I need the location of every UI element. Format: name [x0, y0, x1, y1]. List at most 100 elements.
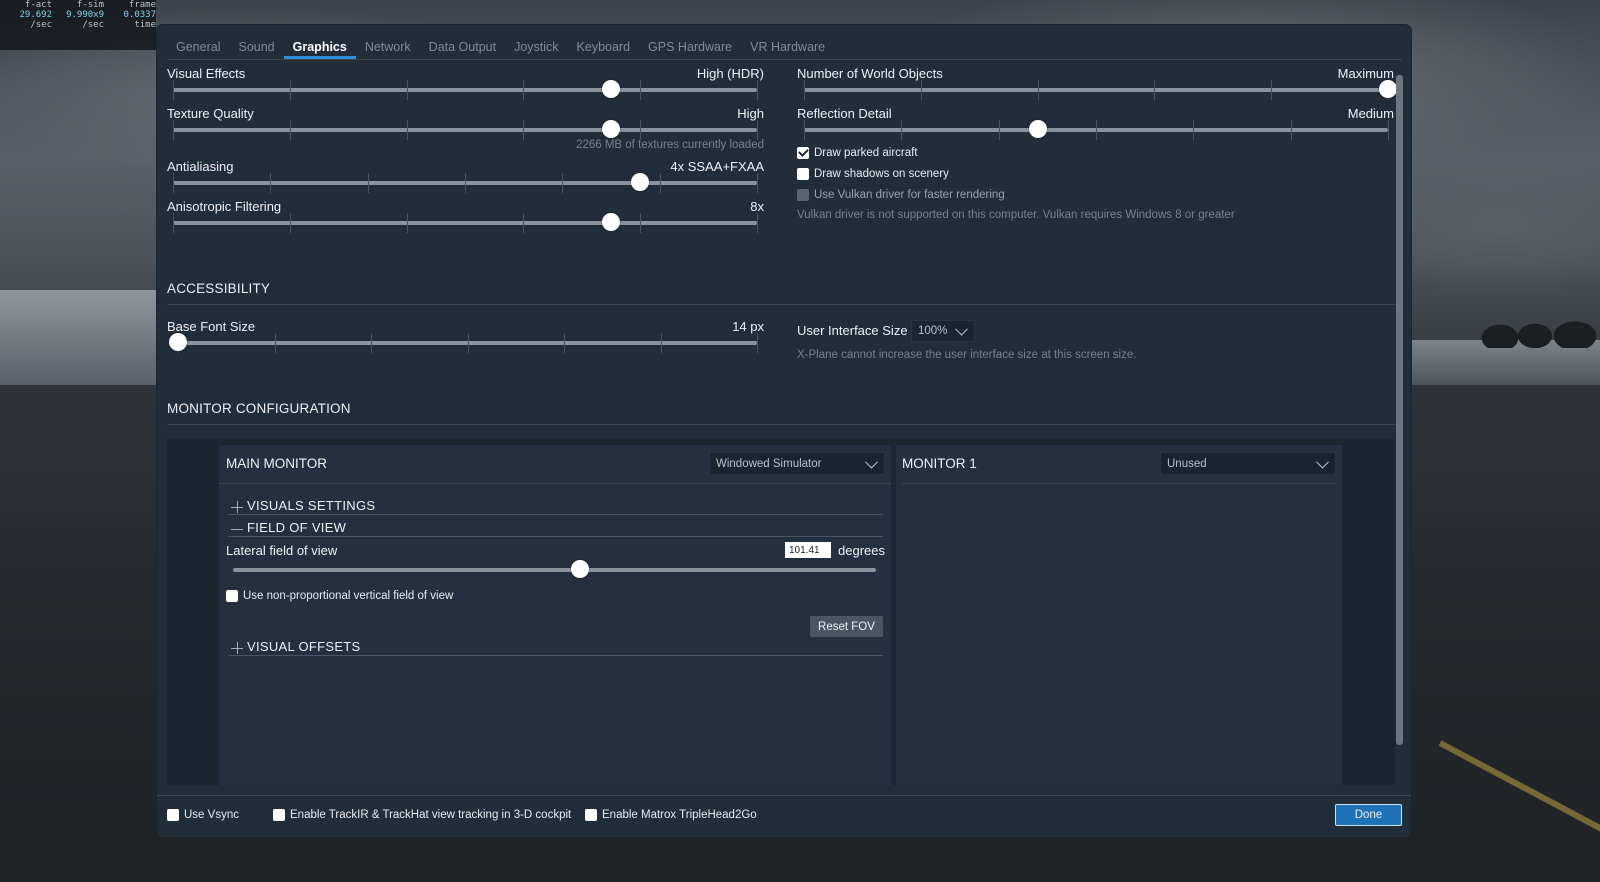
main-monitor-mode-dropdown[interactable]: Windowed Simulator [709, 452, 885, 475]
checkbox-icon [273, 809, 285, 821]
monitor-config-title: MONITOR CONFIGURATION [167, 401, 351, 416]
slider-thumb[interactable] [1028, 120, 1047, 138]
non-proportional-fov-label: Use non-proportional vertical field of v… [243, 590, 454, 602]
fps-header: f-act [24, 0, 52, 10]
plus-icon [231, 501, 243, 513]
base-font-size-slider[interactable] [169, 333, 758, 353]
visuals-settings-toggle[interactable]: VISUALS SETTINGS [228, 498, 883, 514]
lateral-fov-input[interactable] [785, 542, 831, 558]
slider-tick [406, 213, 408, 233]
reflection-detail-label: Reflection Detail [797, 106, 892, 121]
trackir-checkbox[interactable]: Enable TrackIR & TrackHat view tracking … [273, 809, 571, 821]
slider-tick [523, 80, 525, 100]
antialiasing-value: 4x SSAA+FXAA [670, 159, 764, 174]
vulkan-note: Vulkan driver is not supported on this c… [797, 209, 1235, 221]
ui-size-value: 100% [918, 325, 948, 337]
draw-shadows-checkbox[interactable]: Draw shadows on scenery [797, 168, 949, 180]
monitor-1-title: MONITOR 1 [902, 456, 977, 471]
fps-unit: time [134, 20, 156, 30]
scrollbar-thumb[interactable] [1396, 75, 1403, 745]
checkbox-icon [797, 189, 809, 201]
reset-fov-button[interactable]: Reset FOV [810, 616, 883, 637]
visuals-settings-divider [228, 514, 883, 515]
main-monitor-title: MAIN MONITOR [226, 456, 327, 471]
slider-tick [1290, 120, 1292, 140]
ui-size-dropdown[interactable]: 100% [911, 320, 975, 342]
slider-thumb[interactable] [1379, 80, 1397, 98]
slider-tick [757, 173, 758, 193]
visual-offsets-title: VISUAL OFFSETS [247, 639, 361, 654]
main-monitor-mode-value: Windowed Simulator [716, 457, 822, 470]
slider-tick [1154, 80, 1156, 100]
tab-vr-hardware[interactable]: VR Hardware [741, 37, 834, 59]
field-of-view-toggle[interactable]: FIELD OF VIEW [228, 520, 883, 536]
monitor-config-divider [167, 424, 1395, 425]
monitor-1-panel: MONITOR 1 Unused [896, 445, 1342, 785]
chevron-down-icon [955, 322, 968, 336]
base-font-size-label: Base Font Size [167, 319, 256, 334]
slider-tick [640, 213, 642, 233]
field-of-view-title: FIELD OF VIEW [247, 520, 347, 535]
monitor-1-mode-dropdown[interactable]: Unused [1160, 452, 1336, 475]
slider-tick [289, 213, 291, 233]
visual-offsets-toggle[interactable]: VISUAL OFFSETS [228, 639, 883, 655]
ui-size-label: User Interface Size [797, 323, 908, 338]
tab-network[interactable]: Network [356, 37, 420, 59]
slider-tick [173, 173, 174, 193]
world-objects-value: Maximum [1337, 66, 1394, 81]
slider-tick [757, 80, 758, 100]
done-button[interactable]: Done [1335, 804, 1402, 826]
world-objects-label: Number of World Objects [797, 66, 943, 81]
settings-window: General Sound Graphics Network Data Outp… [157, 25, 1411, 837]
checkmark-icon [797, 146, 809, 159]
accessibility-title: ACCESSIBILITY [167, 281, 271, 296]
slider-track [804, 88, 1388, 92]
slider-tick [920, 80, 922, 100]
reflection-detail-slider[interactable] [804, 120, 1389, 140]
slider-tick [660, 333, 662, 353]
terminal-building [0, 290, 160, 385]
tab-keyboard[interactable]: Keyboard [568, 37, 640, 59]
slider-tick [367, 173, 369, 193]
slider-track [173, 128, 757, 132]
checkbox-icon [226, 590, 238, 602]
matrox-checkbox[interactable]: Enable Matrox TripleHead2Go [585, 809, 757, 821]
tab-gps-hardware[interactable]: GPS Hardware [639, 37, 741, 59]
draw-parked-aircraft-label: Draw parked aircraft [814, 147, 918, 159]
base-font-size-value: 14 px [732, 319, 764, 334]
texture-quality-slider[interactable] [173, 120, 758, 140]
lateral-fov-slider[interactable] [233, 560, 876, 578]
use-vulkan-checkbox[interactable]: Use Vulkan driver for faster rendering [797, 189, 1005, 201]
slider-tick [1037, 80, 1039, 100]
monitor-1-mode-value: Unused [1167, 457, 1207, 470]
slider-thumb[interactable] [631, 173, 650, 191]
trackir-label: Enable TrackIR & TrackHat view tracking … [290, 809, 572, 821]
antialiasing-slider[interactable] [173, 173, 758, 193]
tab-general[interactable]: General [167, 37, 229, 59]
tab-graphics[interactable]: Graphics [283, 37, 356, 59]
slider-tick [406, 80, 408, 100]
visual-effects-slider[interactable] [173, 80, 758, 100]
texture-quality-label: Texture Quality [167, 106, 254, 121]
slider-tick [640, 80, 642, 100]
antialiasing-label: Antialiasing [167, 159, 234, 174]
settings-scrollbar[interactable] [1396, 75, 1403, 745]
slider-tick [173, 80, 174, 100]
slider-tick [640, 120, 642, 140]
tab-sound[interactable]: Sound [229, 37, 283, 59]
use-vsync-checkbox[interactable]: Use Vsync [167, 809, 239, 821]
slider-thumb[interactable] [602, 80, 620, 98]
world-objects-slider[interactable] [804, 80, 1397, 100]
tab-joystick[interactable]: Joystick [505, 37, 567, 59]
slider-thumb[interactable] [602, 213, 620, 231]
slider-track [233, 568, 876, 572]
non-proportional-fov-checkbox[interactable]: Use non-proportional vertical field of v… [226, 590, 453, 602]
footer-divider [157, 795, 1411, 796]
tab-data-output[interactable]: Data Output [420, 37, 505, 59]
anisotropic-filtering-slider[interactable] [173, 213, 758, 233]
slider-thumb[interactable] [169, 333, 187, 351]
slider-thumb[interactable] [571, 560, 590, 578]
slider-thumb[interactable] [602, 120, 620, 138]
draw-parked-aircraft-checkbox[interactable]: Draw parked aircraft [797, 146, 918, 159]
field-of-view-divider [228, 536, 883, 537]
